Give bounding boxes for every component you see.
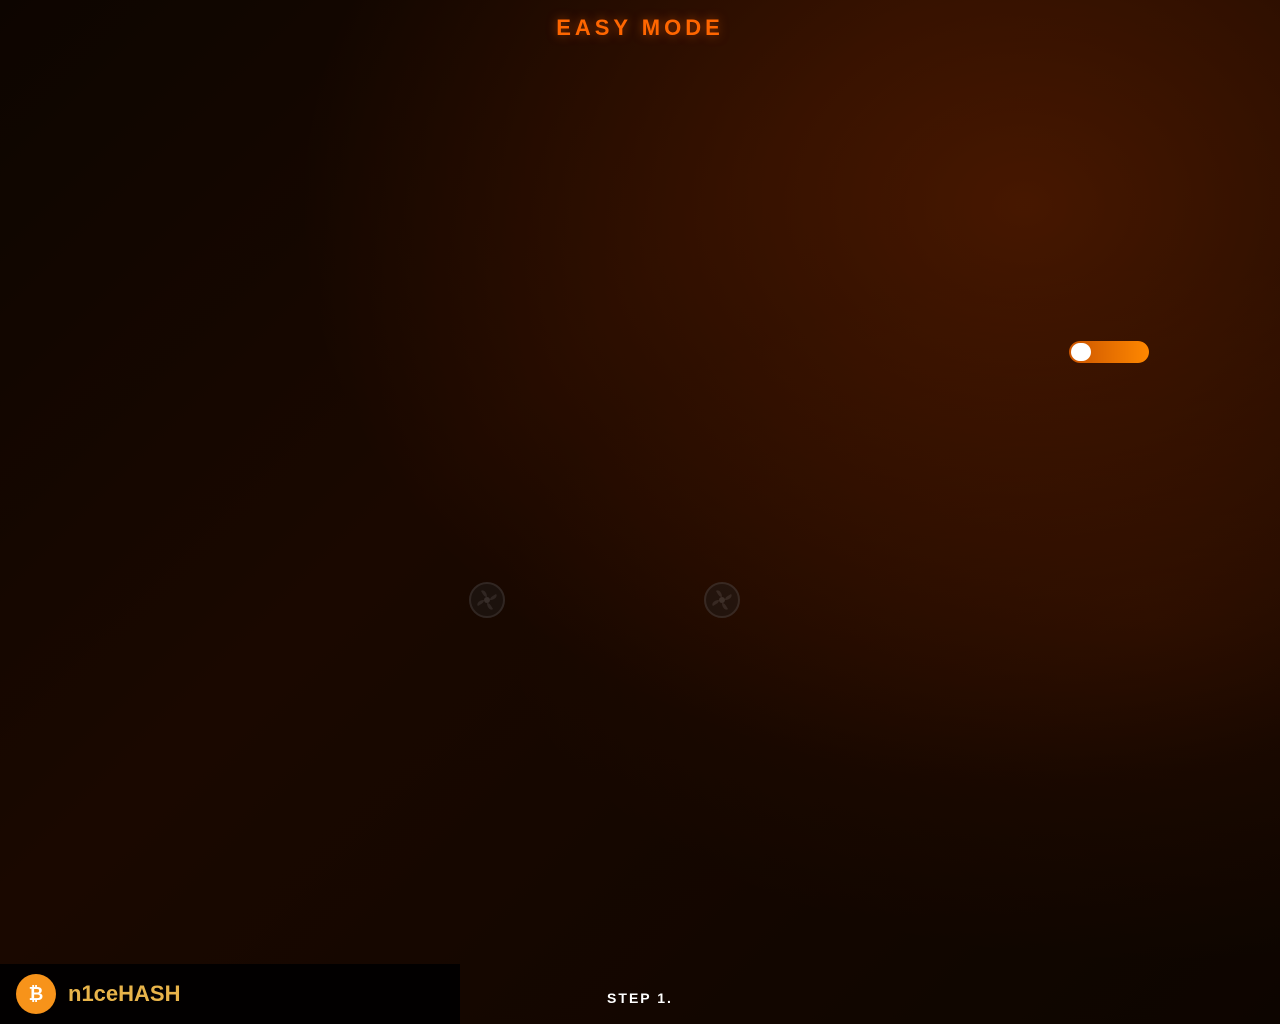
title-area: EASY MODE <box>556 15 724 41</box>
page-title: EASY MODE <box>556 15 724 41</box>
raid-toggle-track[interactable] <box>1069 341 1149 363</box>
nicehash-text: n1ceHASH <box>68 981 181 1007</box>
sys-fan2-icon <box>704 582 740 618</box>
raid-toggle-knob <box>1071 343 1091 361</box>
nicehash-bar: ₿ n1ceHASH <box>0 964 460 1024</box>
background <box>0 0 1280 1024</box>
sys-fan1-icon <box>469 582 505 618</box>
main-container: AORUS EASY MODE 08/13/2020 Thursday 13:3… <box>0 0 1280 1024</box>
nicehash-logo: ₿ <box>16 974 56 1014</box>
step-label: STEP 1. <box>607 990 673 1006</box>
